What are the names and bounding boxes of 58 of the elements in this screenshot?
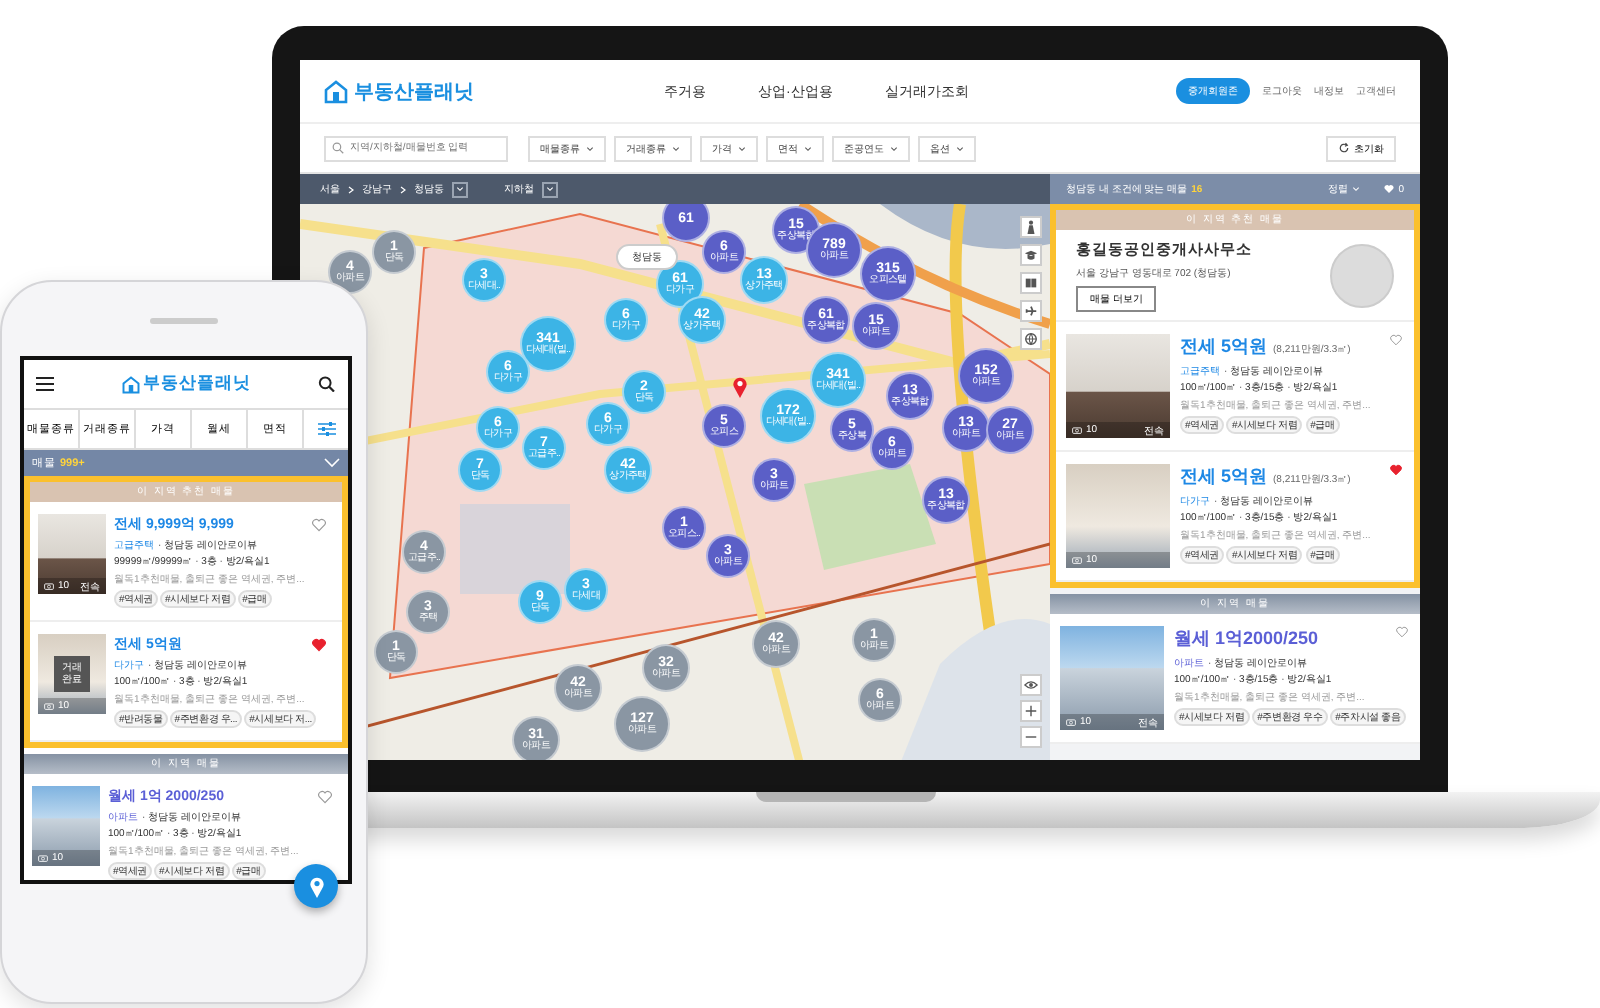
menu-icon[interactable] <box>36 376 54 392</box>
search-icon[interactable] <box>318 376 336 392</box>
view-toggle-button[interactable] <box>1020 674 1042 696</box>
camera-icon <box>44 582 54 590</box>
cap-icon <box>1024 248 1038 262</box>
caret-icon <box>1352 186 1361 192</box>
camera-icon <box>38 854 48 862</box>
caret-icon <box>890 145 898 151</box>
heart-icon[interactable] <box>318 790 332 804</box>
caret-icon <box>546 186 554 192</box>
map-tool-button[interactable] <box>1020 244 1042 266</box>
sliders-icon <box>317 422 335 436</box>
dropdown-toggle[interactable] <box>542 181 558 197</box>
caret-icon <box>586 145 594 151</box>
heart-icon[interactable] <box>312 638 326 652</box>
listing-price[interactable]: 월세 1억2000/250 <box>1174 626 1319 652</box>
camera-icon <box>44 702 54 710</box>
logo-icon <box>324 79 348 103</box>
map-tool-button[interactable] <box>1020 272 1042 294</box>
figure-icon <box>1024 220 1038 234</box>
caret-icon <box>738 145 746 151</box>
heart-icon <box>1384 184 1395 194</box>
refresh-icon <box>1338 142 1350 154</box>
avatar <box>1330 243 1394 307</box>
plane-icon <box>1024 304 1038 318</box>
plus-icon <box>1024 704 1038 718</box>
zoom-in-button[interactable] <box>1020 700 1042 722</box>
camera-icon <box>1072 426 1082 434</box>
caret-icon <box>456 186 464 192</box>
map-tool-button[interactable] <box>1020 300 1042 322</box>
book-icon <box>1024 276 1038 290</box>
camera-icon <box>1066 718 1076 726</box>
dropdown-toggle[interactable] <box>452 181 468 197</box>
pin-icon <box>307 875 325 897</box>
chevron-right-icon <box>400 185 406 193</box>
search-icon <box>332 142 344 154</box>
heart-icon[interactable] <box>1396 626 1408 638</box>
map-tool-button[interactable] <box>1020 328 1042 350</box>
caret-icon <box>672 145 680 151</box>
heart-icon[interactable] <box>1390 464 1402 476</box>
camera-icon <box>1072 556 1082 564</box>
listing-price[interactable]: 전세 5억원 <box>1180 464 1268 490</box>
heart-icon[interactable] <box>1390 334 1402 346</box>
globe-icon <box>1024 332 1038 346</box>
eye-icon <box>1024 678 1038 692</box>
pin-icon <box>732 376 748 398</box>
logo-text[interactable]: 부동산플래닛 <box>143 372 251 396</box>
minus-icon <box>1024 730 1038 744</box>
chevron-right-icon <box>348 185 354 193</box>
logo-text[interactable]: 부동산플래닛 <box>354 77 474 105</box>
heart-icon[interactable] <box>312 518 326 532</box>
caret-icon <box>956 145 964 151</box>
logo-icon <box>121 375 139 393</box>
zoom-out-button[interactable] <box>1020 726 1042 748</box>
map-tool-button[interactable] <box>1020 216 1042 238</box>
listing-price[interactable]: 전세 5억원 <box>1180 334 1268 360</box>
caret-icon <box>804 145 812 151</box>
chevron-down-icon[interactable] <box>324 458 340 468</box>
